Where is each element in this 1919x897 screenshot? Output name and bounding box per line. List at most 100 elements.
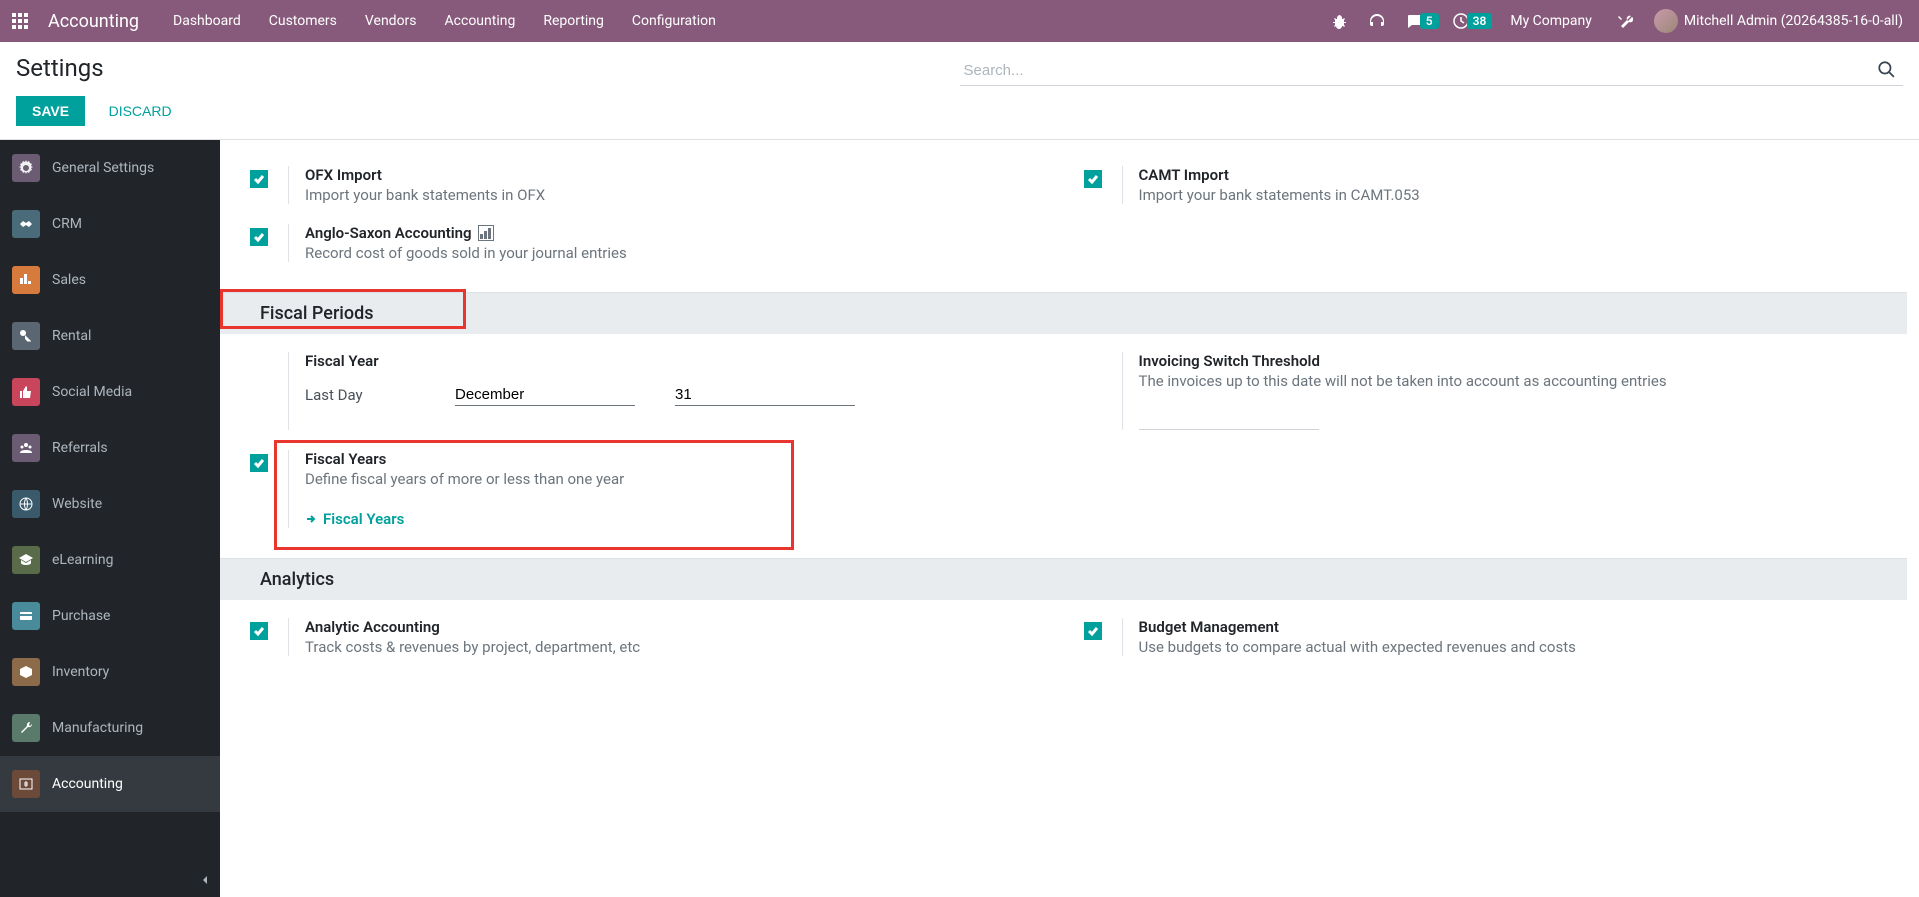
section-fiscal-periods: Fiscal Periods (220, 292, 1907, 334)
setting-budget-management: Budget Management Use budgets to compare… (1084, 608, 1878, 666)
handshake-icon (12, 210, 40, 238)
app-name[interactable]: Accounting (46, 11, 153, 32)
sidebar-item-general-settings[interactable]: General Settings (0, 140, 220, 196)
setting-invoicing-threshold: Invoicing Switch Threshold The invoices … (1084, 342, 1878, 440)
wrench-icon (12, 714, 40, 742)
navbar: Accounting Dashboard Customers Vendors A… (0, 0, 1919, 42)
sidebar-item-sales[interactable]: Sales (0, 252, 220, 308)
avatar (1654, 9, 1678, 33)
search-wrap (960, 56, 1904, 86)
people-icon (12, 434, 40, 462)
sidebar-item-accounting[interactable]: Accounting (0, 756, 220, 812)
sidebar-item-label: Inventory (52, 664, 109, 680)
fiscal-day-input[interactable] (675, 384, 855, 406)
checkbox-fiscal-years[interactable] (250, 454, 268, 472)
user-name: Mitchell Admin (20264385-16-0-all) (1684, 13, 1903, 29)
thumbs-up-icon (12, 378, 40, 406)
sidebar-item-label: Rental (52, 328, 91, 344)
chat-icon[interactable]: 5 (1398, 0, 1441, 42)
checkbox-analytic[interactable] (250, 622, 268, 640)
sidebar-collapse-icon[interactable] (196, 871, 214, 889)
company-selector[interactable]: My Company (1498, 13, 1604, 29)
fiscal-month-select[interactable] (455, 384, 635, 406)
setting-desc: The invoices up to this date will not be… (1139, 372, 1878, 390)
sidebar-item-label: eLearning (52, 552, 113, 568)
card-icon (12, 602, 40, 630)
setting-desc: Track costs & revenues by project, depar… (305, 638, 1044, 656)
setting-title: OFX Import (305, 166, 1044, 184)
nav-reporting[interactable]: Reporting (529, 2, 618, 40)
box-icon (12, 658, 40, 686)
money-icon (12, 770, 40, 798)
chart-icon (12, 266, 40, 294)
sidebar-item-label: General Settings (52, 160, 154, 176)
highlight-fiscal-periods (220, 289, 466, 329)
bug-icon[interactable] (1322, 0, 1356, 42)
gear-icon (12, 154, 40, 182)
chat-badge: 5 (1420, 13, 1439, 29)
content[interactable]: OFX Import Import your bank statements i… (220, 140, 1919, 897)
last-day-label: Last Day (305, 386, 415, 404)
checkbox-budget[interactable] (1084, 622, 1102, 640)
sidebar-item-purchase[interactable]: Purchase (0, 588, 220, 644)
support-icon[interactable] (1360, 0, 1394, 42)
checkbox-ofx[interactable] (250, 170, 268, 188)
setting-camt-import: CAMT Import Import your bank statements … (1084, 156, 1878, 214)
search-input[interactable] (960, 56, 1904, 85)
nav-accounting[interactable]: Accounting (431, 2, 530, 40)
nav-left: Accounting Dashboard Customers Vendors A… (0, 0, 730, 42)
discard-button[interactable]: DISCARD (99, 96, 182, 126)
clock-badge: 38 (1467, 13, 1493, 29)
setting-desc: Use budgets to compare actual with expec… (1139, 638, 1878, 656)
sidebar-item-label: Sales (52, 272, 86, 288)
graduation-icon (12, 546, 40, 574)
sidebar-item-label: CRM (52, 216, 82, 232)
control-panel: Settings SAVE DISCARD (0, 42, 1919, 140)
setting-fiscal-year: Fiscal Year Last Day (250, 342, 1044, 440)
checkbox-anglo[interactable] (250, 228, 268, 246)
main: General Settings CRM Sales Rental Social… (0, 140, 1919, 897)
threshold-input[interactable] (1139, 408, 1319, 430)
user-menu[interactable]: Mitchell Admin (20264385-16-0-all) (1646, 9, 1911, 33)
setting-title: Invoicing Switch Threshold (1139, 352, 1878, 370)
setting-title: Analytic Accounting (305, 618, 1044, 636)
nav-configuration[interactable]: Configuration (618, 2, 730, 40)
setting-title: Budget Management (1139, 618, 1878, 636)
sidebar-item-label: Purchase (52, 608, 110, 624)
sidebar-item-label: Accounting (52, 776, 123, 792)
dev-icon (478, 225, 494, 241)
search-icon[interactable] (1873, 56, 1899, 85)
sidebar-item-rental[interactable]: Rental (0, 308, 220, 364)
nav-vendors[interactable]: Vendors (351, 2, 431, 40)
nav-customers[interactable]: Customers (255, 2, 351, 40)
globe-icon (12, 490, 40, 518)
sidebar-item-referrals[interactable]: Referrals (0, 420, 220, 476)
setting-title: Fiscal Year (305, 352, 1044, 370)
nav-menu: Dashboard Customers Vendors Accounting R… (159, 2, 730, 40)
sidebar-item-elearning[interactable]: eLearning (0, 532, 220, 588)
tools-icon[interactable] (1608, 0, 1642, 42)
checkbox-camt[interactable] (1084, 170, 1102, 188)
sidebar-item-crm[interactable]: CRM (0, 196, 220, 252)
sidebar-item-label: Website (52, 496, 102, 512)
setting-desc: Record cost of goods sold in your journa… (305, 244, 1044, 262)
nav-dashboard[interactable]: Dashboard (159, 2, 255, 40)
setting-desc: Import your bank statements in CAMT.053 (1139, 186, 1878, 204)
key-icon (12, 322, 40, 350)
nav-right: 5 38 My Company Mitchell Admin (20264385… (1322, 0, 1911, 42)
sidebar-item-website[interactable]: Website (0, 476, 220, 532)
sidebar: General Settings CRM Sales Rental Social… (0, 140, 220, 897)
clock-icon[interactable]: 38 (1445, 0, 1495, 42)
sidebar-item-manufacturing[interactable]: Manufacturing (0, 700, 220, 756)
save-button[interactable]: SAVE (16, 96, 85, 126)
sidebar-item-inventory[interactable]: Inventory (0, 644, 220, 700)
section-analytics: Analytics (220, 558, 1907, 600)
sidebar-item-label: Referrals (52, 440, 108, 456)
sidebar-item-social-media[interactable]: Social Media (0, 364, 220, 420)
sidebar-item-label: Manufacturing (52, 720, 143, 736)
apps-icon[interactable] (0, 0, 40, 42)
setting-anglo-saxon: Anglo-Saxon Accounting Record cost of go… (250, 214, 1044, 272)
setting-title: CAMT Import (1139, 166, 1878, 184)
setting-analytic-accounting: Analytic Accounting Track costs & revenu… (250, 608, 1044, 666)
page-title: Settings (16, 54, 960, 82)
